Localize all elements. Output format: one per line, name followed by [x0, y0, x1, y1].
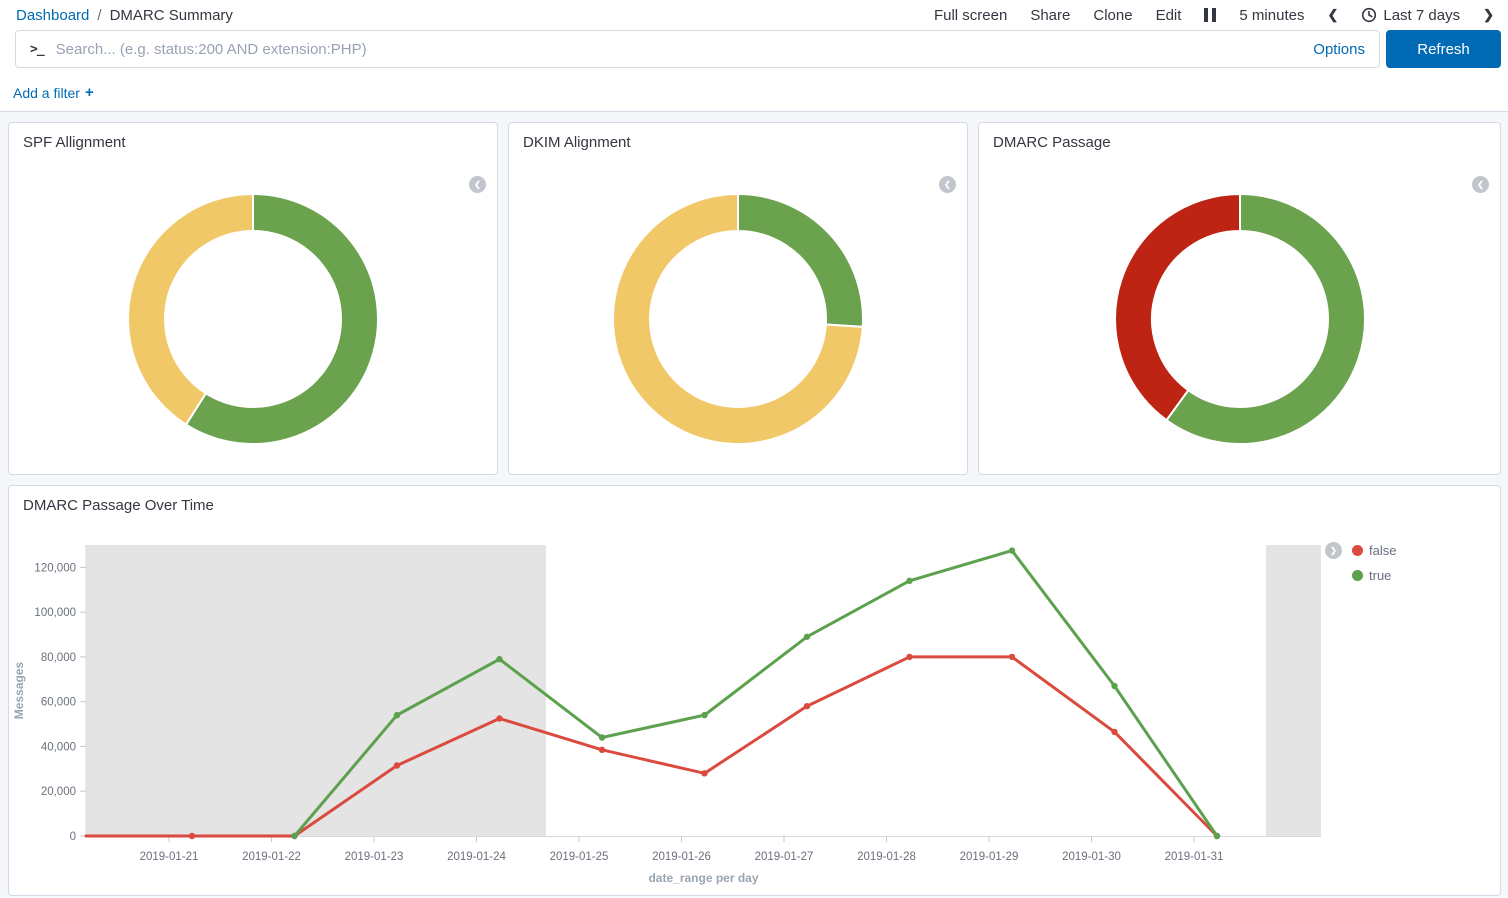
- svg-text:100,000: 100,000: [34, 607, 76, 619]
- svg-text:120,000: 120,000: [34, 562, 76, 574]
- dashboard-action-menu: Full screen Share Clone Edit 5 minutes ❮…: [934, 7, 1494, 24]
- add-filter-label: Add a filter: [13, 85, 80, 101]
- svg-text:2019-01-24: 2019-01-24: [447, 851, 506, 863]
- svg-text:60,000: 60,000: [41, 697, 76, 709]
- time-range-picker[interactable]: Last 7 days: [1361, 7, 1460, 24]
- options-button[interactable]: Options: [1313, 41, 1365, 58]
- clock-icon: [1361, 7, 1377, 23]
- clone-button[interactable]: Clone: [1093, 7, 1132, 24]
- time-back-chevron-icon[interactable]: ❮: [1327, 7, 1338, 23]
- share-button[interactable]: Share: [1030, 7, 1070, 24]
- dmarc-passage-panel: DMARC Passage ❮: [978, 122, 1501, 475]
- refresh-interval-button[interactable]: 5 minutes: [1239, 7, 1304, 24]
- search-bar: >_ Options: [15, 30, 1380, 68]
- panel-title: DMARC Passage: [979, 123, 1500, 151]
- page-title: DMARC Summary: [110, 7, 233, 24]
- donut-panels-row: SPF Allignment ❮ DKIM Alignment ❮ DMARC …: [8, 122, 1501, 475]
- full-screen-button[interactable]: Full screen: [934, 7, 1007, 24]
- legend-row: true: [1352, 568, 1396, 583]
- plus-icon: +: [85, 84, 94, 101]
- panel-title: DKIM Alignment: [509, 123, 967, 151]
- dkim-alignment-panel: DKIM Alignment ❮: [508, 122, 968, 475]
- dmarc-passage-donut-chart[interactable]: [1112, 191, 1368, 447]
- svg-text:80,000: 80,000: [41, 652, 76, 664]
- console-prompt-icon: >_: [30, 42, 44, 57]
- timeseries-row: 0 20,000 40,000 60,000 80,000 100,000 120,000 2…: [8, 485, 1501, 896]
- top-navigation-bar: Dashboard / DMARC Summary Full screen Sh…: [0, 0, 1508, 27]
- panel-title: DMARC Passage Over Time: [9, 486, 1500, 514]
- donut-wrap: [9, 191, 497, 447]
- legend-item-false[interactable]: false: [1369, 543, 1396, 558]
- dmarc-passage-over-time-panel: 0 20,000 40,000 60,000 80,000 100,000 120,000 2…: [8, 485, 1501, 896]
- query-bar-row: >_ Options Refresh: [0, 27, 1508, 68]
- pause-icon[interactable]: [1204, 8, 1216, 22]
- dashboard-grid: SPF Allignment ❮ DKIM Alignment ❮ DMARC …: [0, 112, 1508, 897]
- add-filter-button[interactable]: Add a filter +: [13, 84, 94, 101]
- donut-wrap: [979, 191, 1500, 447]
- search-input[interactable]: [56, 41, 1302, 58]
- legend-false-dot: [1352, 545, 1363, 556]
- legend-true-dot: [1352, 570, 1363, 581]
- donut-wrap: [509, 191, 967, 447]
- dmarc-passage-over-time-chart[interactable]: 0 20,000 40,000 60,000 80,000 100,000 120,000 2…: [9, 486, 1500, 891]
- spf-alignment-panel: SPF Allignment ❮: [8, 122, 498, 475]
- breadcrumb: Dashboard / DMARC Summary: [16, 7, 233, 24]
- svg-text:2019-01-30: 2019-01-30: [1062, 851, 1121, 863]
- svg-text:2019-01-21: 2019-01-21: [140, 851, 199, 863]
- svg-text:Messages: Messages: [12, 661, 26, 719]
- svg-text:2019-01-28: 2019-01-28: [857, 851, 916, 863]
- legend-collapse-icon[interactable]: ❯: [1325, 542, 1342, 559]
- svg-text:2019-01-25: 2019-01-25: [550, 851, 609, 863]
- svg-text:2019-01-31: 2019-01-31: [1165, 851, 1224, 863]
- edit-button[interactable]: Edit: [1156, 7, 1182, 24]
- panel-title: SPF Allignment: [9, 123, 497, 151]
- legend-item-true[interactable]: true: [1369, 568, 1391, 583]
- svg-text:2019-01-23: 2019-01-23: [345, 851, 404, 863]
- svg-text:date_range per day: date_range per day: [648, 871, 758, 885]
- time-forward-chevron-icon[interactable]: ❯: [1483, 7, 1494, 23]
- legend-row: ❯ false: [1325, 542, 1396, 559]
- filter-bar: Add a filter +: [0, 68, 1508, 112]
- spf-alignment-donut-chart[interactable]: [125, 191, 381, 447]
- svg-text:2019-01-29: 2019-01-29: [960, 851, 1019, 863]
- chart-legend: ❯ false true: [1325, 542, 1396, 592]
- time-range-label: Last 7 days: [1383, 7, 1460, 24]
- svg-text:2019-01-27: 2019-01-27: [755, 851, 814, 863]
- svg-text:2019-01-22: 2019-01-22: [242, 851, 301, 863]
- svg-text:0: 0: [70, 831, 76, 843]
- svg-text:20,000: 20,000: [41, 786, 76, 798]
- svg-text:40,000: 40,000: [41, 741, 76, 753]
- breadcrumb-dashboard-link[interactable]: Dashboard: [16, 7, 89, 24]
- svg-text:2019-01-26: 2019-01-26: [652, 851, 711, 863]
- refresh-button[interactable]: Refresh: [1386, 30, 1501, 68]
- breadcrumb-separator: /: [97, 7, 101, 24]
- dkim-alignment-donut-chart[interactable]: [610, 191, 866, 447]
